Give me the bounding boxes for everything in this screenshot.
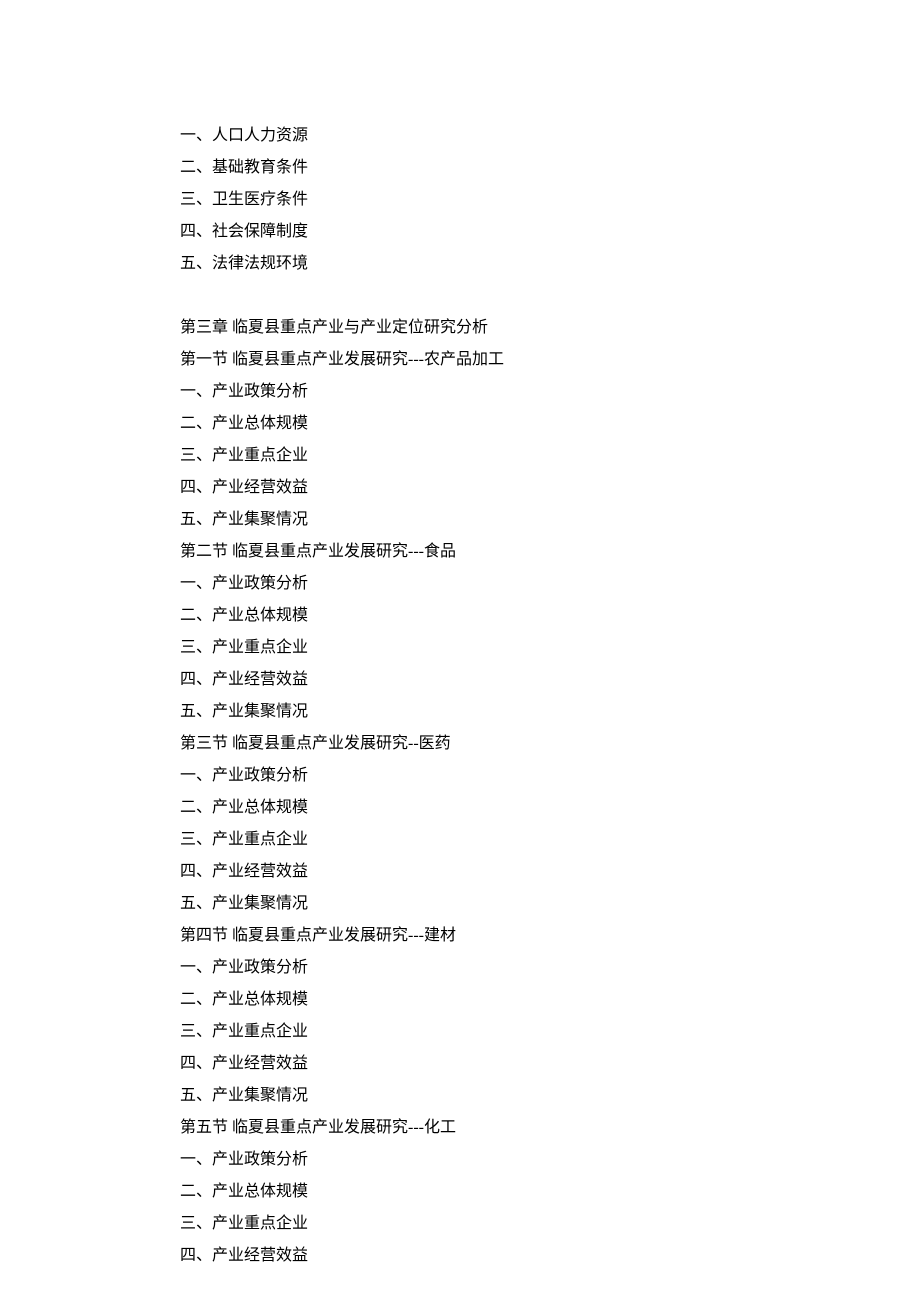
toc-line: 三、产业重点企业 [180, 1208, 740, 1240]
toc-line: 一、产业政策分析 [180, 568, 740, 600]
toc-line: 四、社会保障制度 [180, 216, 740, 248]
toc-line: 第三章 临夏县重点产业与产业定位研究分析 [180, 312, 740, 344]
toc-line: 一、产业政策分析 [180, 952, 740, 984]
toc-line: 二、产业总体规模 [180, 408, 740, 440]
toc-line: 五、产业集聚情况 [180, 1080, 740, 1112]
toc-line: 第五节 临夏县重点产业发展研究---化工 [180, 1112, 740, 1144]
toc-line: 一、产业政策分析 [180, 1144, 740, 1176]
toc-line: 一、产业政策分析 [180, 376, 740, 408]
toc-line: 三、产业重点企业 [180, 824, 740, 856]
toc-line: 三、卫生医疗条件 [180, 184, 740, 216]
toc-line: 二、产业总体规模 [180, 600, 740, 632]
toc-line: 四、产业经营效益 [180, 472, 740, 504]
toc-line: 一、产业政策分析 [180, 760, 740, 792]
toc-line: 二、产业总体规模 [180, 984, 740, 1016]
toc-line: 第四节 临夏县重点产业发展研究---建材 [180, 920, 740, 952]
toc-line: 四、产业经营效益 [180, 1240, 740, 1272]
toc-line: 五、产业集聚情况 [180, 696, 740, 728]
toc-line: 一、人口人力资源 [180, 120, 740, 152]
toc-line: 三、产业重点企业 [180, 632, 740, 664]
toc-line: 第三节 临夏县重点产业发展研究--医药 [180, 728, 740, 760]
toc-line: 五、产业集聚情况 [180, 504, 740, 536]
blank-line [180, 280, 740, 312]
toc-line: 四、产业经营效益 [180, 1048, 740, 1080]
toc-line: 二、产业总体规模 [180, 792, 740, 824]
toc-line: 第一节 临夏县重点产业发展研究---农产品加工 [180, 344, 740, 376]
toc-line: 第二节 临夏县重点产业发展研究---食品 [180, 536, 740, 568]
toc-line: 四、产业经营效益 [180, 856, 740, 888]
document-content: 一、人口人力资源二、基础教育条件三、卫生医疗条件四、社会保障制度五、法律法规环境… [180, 120, 740, 1272]
toc-line: 三、产业重点企业 [180, 440, 740, 472]
toc-line: 二、基础教育条件 [180, 152, 740, 184]
toc-line: 五、法律法规环境 [180, 248, 740, 280]
toc-line: 五、产业集聚情况 [180, 888, 740, 920]
toc-line: 四、产业经营效益 [180, 664, 740, 696]
toc-line: 二、产业总体规模 [180, 1176, 740, 1208]
toc-line: 三、产业重点企业 [180, 1016, 740, 1048]
